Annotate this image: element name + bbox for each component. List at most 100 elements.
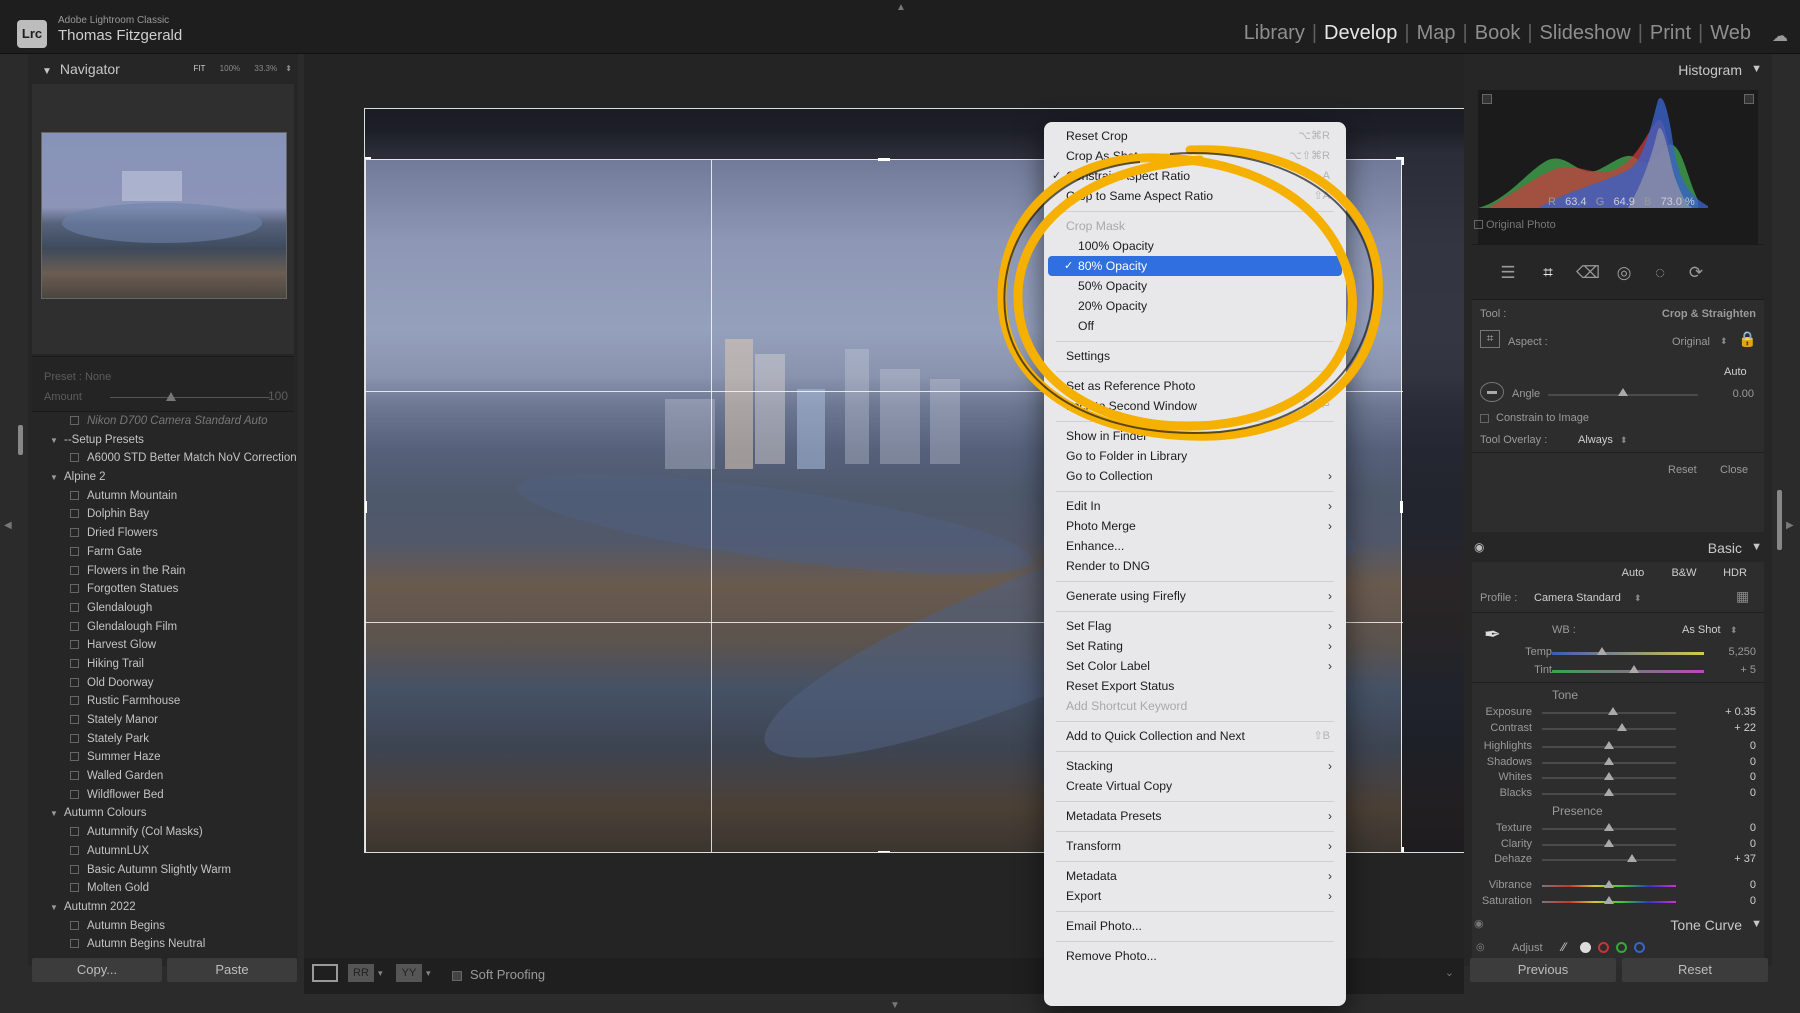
original-photo-toggle[interactable]: Original Photo [1474,219,1556,231]
shadow-clipping-indicator[interactable] [1482,94,1492,104]
crop-handle-top-left[interactable] [365,157,371,165]
crop-handle-bottom[interactable] [878,851,890,852]
menu-show-in-finder[interactable]: Show in Finder [1044,426,1346,446]
slider-value[interactable]: + 22 [1734,722,1756,734]
preset-item[interactable]: Farm Gate [28,543,298,562]
slider-thumb[interactable] [1604,788,1614,796]
slider-thumb[interactable] [1604,839,1614,847]
angle-slider-thumb[interactable] [1618,388,1628,396]
menu-enhance[interactable]: Enhance... [1044,536,1346,556]
menu-go-to-folder[interactable]: Go to Folder in Library [1044,446,1346,466]
preset-item[interactable]: Forgotten Statues [28,580,298,599]
slider-thumb[interactable] [1604,741,1614,749]
straighten-level-icon[interactable]: ▬ [1480,382,1504,402]
overlay-stepper-icon[interactable]: ⬍ [1620,435,1628,446]
cloud-icon[interactable]: ☁ [1772,26,1788,46]
masking-icon[interactable]: ◌ [1648,263,1672,283]
preset-folder[interactable]: ▼ Aututmn 2022 [28,898,298,917]
preset-item[interactable]: Autumn Begins Neutral [28,935,298,952]
preset-item[interactable]: Summer Haze [28,748,298,767]
slider-value[interactable]: + 37 [1734,853,1756,865]
tone-curve-header[interactable]: ◉ Tone Curve ▼ [1464,912,1772,938]
slider-thumb[interactable] [1604,772,1614,780]
highlight-clipping-indicator[interactable] [1744,94,1754,104]
presets-cycle-icon[interactable]: ⟳ [1684,263,1708,283]
zoom-100[interactable]: 100% [220,64,240,73]
previous-button[interactable]: Previous [1470,958,1616,982]
menu-crop-as-shot[interactable]: Crop As Shot ⌥⇧⌘R [1044,146,1346,166]
menu-crop-same-aspect[interactable]: Crop to Same Aspect Ratio ⇧A [1044,186,1346,206]
menu-generate-firefly[interactable]: Generate using Firefly › [1044,586,1346,606]
constrain-checkbox[interactable] [1480,414,1489,423]
green-channel-icon[interactable] [1616,942,1627,953]
preset-item[interactable]: Dolphin Bay [28,505,298,524]
preset-item[interactable]: Wildflower Bed [28,786,298,805]
preset-folder[interactable]: ▼ Alpine 2 [28,468,298,487]
menu-set-color-label[interactable]: Set Color Label › [1044,656,1346,676]
slider-value[interactable]: + 0.35 [1725,706,1756,718]
menu-metadata[interactable]: Metadata › [1044,866,1346,886]
collapse-top-arrow-icon[interactable]: ▲ [896,2,906,13]
original-photo-checkbox[interactable] [1474,220,1483,229]
collapse-bottom-arrow-icon[interactable]: ▼ [890,1000,900,1011]
collapse-right-arrow-icon[interactable]: ▶ [1786,520,1794,531]
slider-thumb[interactable] [1626,854,1637,862]
slider-blacks[interactable]: Blacks 0 [1472,785,1764,803]
preset-folder[interactable]: ▼ Autumn Colours [28,804,298,823]
slider-thumb[interactable] [1608,707,1619,715]
menu-transform[interactable]: Transform › [1044,836,1346,856]
menu-stacking[interactable]: Stacking › [1044,756,1346,776]
menu-virtual-copy[interactable]: Create Virtual Copy [1044,776,1346,796]
angle-value[interactable]: 0.00 [1733,388,1754,400]
crop-handle-right[interactable] [1400,501,1403,513]
slider-value[interactable]: 0 [1750,822,1756,834]
copy-button[interactable]: Copy... [32,958,162,982]
tool-overlay-value[interactable]: Always [1578,434,1613,446]
slider-thumb[interactable] [1617,723,1628,731]
module-web[interactable]: Web [1703,22,1758,45]
preset-item[interactable]: Walled Garden [28,767,298,786]
menu-reset-crop[interactable]: Reset Crop ⌥⌘R [1044,126,1346,146]
preset-item[interactable]: Nikon D700 Camera Standard Auto [28,412,298,431]
preset-item[interactable]: Glendalough Film [28,618,298,637]
crop-handle-bottom-left[interactable] [365,847,371,852]
collapse-left-arrow-icon[interactable]: ◀ [4,520,12,531]
paste-button[interactable]: Paste [167,958,297,982]
before-after-yy-button[interactable]: YY [396,964,422,982]
crop-frame-tool-icon[interactable]: ⌗ [1480,330,1500,348]
visibility-eye-icon[interactable]: ◉ [1474,540,1484,554]
module-book[interactable]: Book [1468,22,1528,45]
loupe-view-icon[interactable] [312,964,338,982]
lock-icon[interactable]: 🔒 [1738,330,1757,348]
crop-handle-top[interactable] [878,158,890,161]
slider-value[interactable]: 0 [1750,838,1756,850]
menu-email-photo[interactable]: Email Photo... [1044,916,1346,936]
crop-reset-button[interactable]: Reset [1668,464,1697,476]
zoom-fit[interactable]: FIT [193,64,205,73]
slider-track[interactable] [1542,859,1676,861]
red-eye-icon[interactable]: ◎ [1612,263,1636,283]
menu-constrain-aspect[interactable]: ✓ Constrain Aspect Ratio A [1044,166,1346,186]
healing-eraser-icon[interactable]: ⌫ [1576,263,1600,283]
menu-opacity-20[interactable]: 20% Opacity [1044,296,1346,316]
aspect-value[interactable]: Original [1672,336,1710,348]
menu-remove-photo[interactable]: Remove Photo... [1044,946,1346,966]
preset-item[interactable]: Rustic Farmhouse [28,692,298,711]
preset-item[interactable]: Harvest Glow [28,636,298,655]
menu-reset-export-status[interactable]: Reset Export Status [1044,676,1346,696]
menu-opacity-100[interactable]: 100% Opacity [1044,236,1346,256]
preset-item[interactable]: Stately Park [28,730,298,749]
toolbar-chevron-down-icon[interactable]: ⌄ [1445,966,1454,979]
zoom-stepper-icon[interactable]: ⬍ [285,64,292,73]
slider-contrast[interactable]: Contrast + 22 [1472,720,1764,738]
preset-item[interactable]: Dried Flowers [28,524,298,543]
preset-item[interactable]: A6000 STD Better Match NoV Correction [28,449,298,468]
menu-set-flag[interactable]: Set Flag › [1044,616,1346,636]
amount-slider-track[interactable] [110,397,270,398]
preset-item[interactable]: Basic Autumn Slightly Warm [28,861,298,880]
module-print[interactable]: Print [1643,22,1698,45]
preset-item[interactable]: Hiking Trail [28,655,298,674]
auto-straighten-button[interactable]: Auto [1724,366,1747,378]
crop-tool-icon[interactable]: ⌗ [1536,263,1560,283]
slider-thumb[interactable] [1604,757,1614,765]
